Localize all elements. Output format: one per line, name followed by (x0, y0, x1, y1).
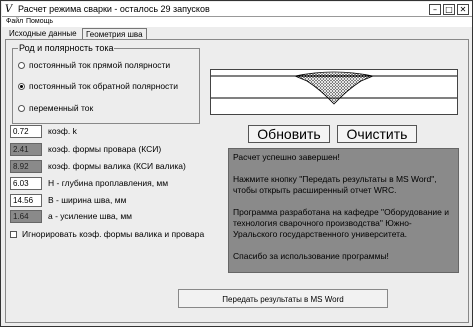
menu-help[interactable]: Помощь (26, 17, 53, 27)
radio-ac[interactable]: переменный ток (18, 103, 93, 114)
checkbox-label: Игнорировать коэф. формы валика и провар… (22, 229, 205, 239)
result-line: Нажмите кнопку "Передать результаты в MS… (233, 174, 437, 195)
send-to-word-button[interactable]: Передать результаты в MS Word (178, 289, 388, 308)
minimize-button[interactable]: – (429, 4, 441, 15)
tab-panel: Род и полярность тока постоянный ток пря… (5, 39, 469, 323)
result-line: Расчет успешно завершен! (233, 152, 340, 162)
ksi-value: 2.41 (10, 143, 42, 156)
close-button[interactable]: ✕ (457, 4, 469, 15)
weld-cross-section-drawing (211, 71, 457, 105)
field-label: B - ширина шва, мм (48, 195, 127, 205)
app-window: V Расчет режима сварки - осталось 29 зап… (0, 0, 473, 327)
current-type-group: Род и полярность тока постоянный ток пря… (12, 43, 200, 124)
app-icon: V (5, 4, 13, 15)
window-title: Расчет режима сварки - осталось 29 запус… (18, 4, 210, 14)
weld-cross-section-view (210, 69, 458, 115)
ksi-bead-value: 8.92 (10, 160, 42, 173)
weld-bead-shape (293, 71, 375, 105)
radio-indicator[interactable] (18, 62, 25, 69)
checkbox-indicator[interactable] (10, 231, 17, 238)
menu-bar: Файл Помощь (2, 17, 472, 27)
field-label: коэф. k (48, 126, 77, 136)
radio-label: постоянный ток обратной полярности (29, 81, 178, 91)
refresh-button[interactable]: Обновить (248, 125, 330, 143)
radio-indicator[interactable] (18, 105, 25, 112)
field-label: H - глубина проплавления, мм (48, 178, 169, 188)
depth-input[interactable]: 6.03 (10, 177, 42, 190)
radio-dc-reverse[interactable]: постоянный ток обратной полярности (18, 81, 178, 92)
maximize-button[interactable]: □ (443, 4, 455, 15)
result-line: Программа разработана на кафедре "Оборуд… (233, 207, 449, 239)
width-input[interactable]: 14.56 (10, 194, 42, 207)
radio-indicator[interactable] (18, 83, 25, 90)
k-input[interactable]: 0.72 (10, 125, 42, 138)
field-label: коэф. формы валика (КСИ валика) (48, 161, 186, 171)
clear-button[interactable]: Очистить (337, 125, 417, 143)
title-bar[interactable]: V Расчет режима сварки - осталось 29 зап… (2, 2, 472, 17)
radio-label: постоянный ток прямой полярности (29, 60, 171, 70)
menu-file[interactable]: Файл (6, 17, 23, 27)
radio-dc-straight[interactable]: постоянный ток прямой полярности (18, 60, 170, 71)
field-label: коэф. формы провара (КСИ) (48, 144, 162, 154)
ignore-coefficients-checkbox[interactable]: Игнорировать коэф. формы валика и провар… (10, 229, 204, 240)
field-label: a - усиление шва, мм (48, 211, 133, 221)
radio-label: переменный ток (29, 103, 94, 113)
result-line: Спасибо за использование программы! (233, 251, 389, 261)
group-title: Род и полярность тока (18, 43, 115, 54)
reinforcement-value: 1.64 (10, 210, 42, 223)
result-message-panel: Расчет успешно завершен! Нажмите кнопку … (228, 148, 459, 273)
